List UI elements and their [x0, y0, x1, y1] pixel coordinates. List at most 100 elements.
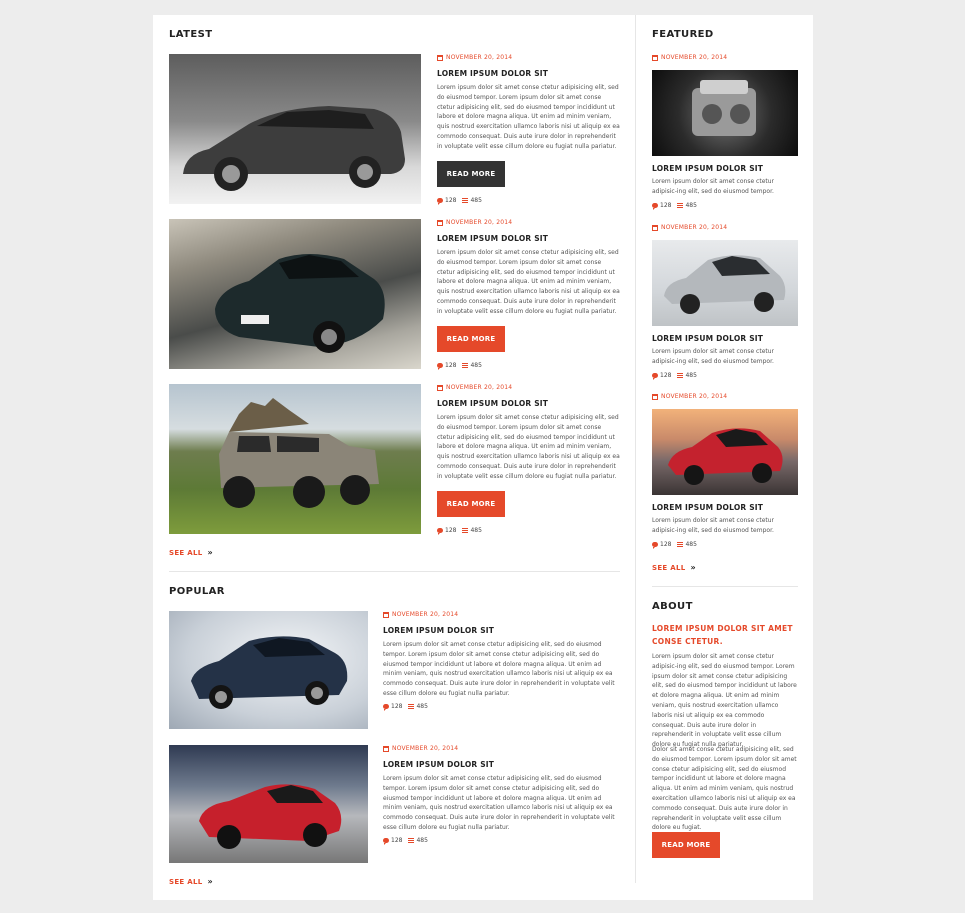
car-coupe-icon — [215, 254, 385, 353]
featured-post-image[interactable] — [652, 409, 798, 495]
about-title: ABOUT — [652, 601, 693, 612]
post-date: NOVEMBER 20, 2014 — [437, 54, 620, 61]
calendar-icon — [383, 611, 389, 618]
comment-icon — [652, 203, 658, 210]
comment-icon — [652, 542, 658, 549]
car-suv-icon — [183, 106, 405, 191]
post-excerpt: Lorem ipsum dolor sit amet conse ctetur … — [652, 178, 775, 195]
read-more-button[interactable]: READ MORE — [437, 490, 505, 517]
post-date: NOVEMBER 20, 2014 — [652, 224, 727, 231]
post-meta: 128 485 — [652, 541, 697, 549]
comment-icon — [437, 362, 443, 370]
double-chevron-right-icon: » — [690, 563, 696, 572]
featured-see-all-link[interactable]: SEE ALL» — [652, 563, 696, 572]
popular-post-image[interactable] — [169, 611, 368, 729]
popular-post-image[interactable] — [169, 745, 368, 863]
post-meta: 128 485 — [652, 202, 697, 210]
calendar-icon — [437, 384, 443, 391]
comment-icon — [437, 197, 443, 205]
double-chevron-right-icon: » — [207, 548, 213, 557]
post-meta: 128 485 — [383, 702, 620, 711]
post-title[interactable]: LOREM IPSUM DOLOR SIT — [652, 164, 763, 173]
calendar-icon — [652, 224, 658, 231]
post-excerpt: Lorem ipsum dolor sit amet conse ctetur … — [437, 414, 620, 480]
car-sedan-icon — [191, 636, 348, 709]
list-icon — [677, 373, 684, 378]
latest-post-image[interactable] — [169, 219, 421, 369]
latest-see-all-link[interactable]: SEE ALL» — [169, 548, 213, 557]
comment-count: 128 — [391, 836, 403, 844]
post-meta: 128 485 — [437, 196, 620, 205]
comment-count: 128 — [445, 526, 457, 534]
view-count: 485 — [685, 202, 697, 209]
view-count: 485 — [685, 541, 697, 548]
post-date: NOVEMBER 20, 2014 — [437, 219, 620, 226]
calendar-icon — [652, 54, 658, 61]
view-count: 485 — [416, 702, 428, 710]
view-count: 485 — [470, 196, 482, 204]
featured-post-image[interactable] — [652, 240, 798, 326]
post-title[interactable]: LOREM IPSUM DOLOR SIT — [652, 503, 763, 512]
latest-title: LATEST — [169, 29, 213, 40]
read-more-button[interactable]: READ MORE — [437, 160, 505, 187]
post-date: NOVEMBER 20, 2014 — [652, 54, 727, 61]
view-count: 485 — [416, 836, 428, 844]
post-title[interactable]: LOREM IPSUM DOLOR SIT — [383, 760, 620, 769]
popular-see-all-link[interactable]: SEE ALL» — [169, 877, 213, 886]
post-title[interactable]: LOREM IPSUM DOLOR SIT — [437, 399, 620, 408]
section-divider — [652, 586, 798, 587]
comment-count: 128 — [391, 702, 403, 710]
comment-count: 128 — [660, 202, 672, 209]
comment-icon — [652, 373, 658, 380]
list-icon — [462, 197, 469, 203]
post-date: NOVEMBER 20, 2014 — [652, 393, 727, 400]
latest-post: NOVEMBER 20, 2014 LOREM IPSUM DOLOR SIT … — [437, 384, 620, 535]
view-count: 485 — [470, 361, 482, 369]
double-chevron-right-icon: » — [207, 877, 213, 886]
latest-post: NOVEMBER 20, 2014 LOREM IPSUM DOLOR SIT … — [437, 54, 620, 205]
list-icon — [462, 527, 469, 533]
latest-post-image[interactable] — [169, 384, 421, 534]
post-title[interactable]: LOREM IPSUM DOLOR SIT — [383, 626, 620, 635]
latest-post: NOVEMBER 20, 2014 LOREM IPSUM DOLOR SIT … — [437, 219, 620, 370]
post-title[interactable]: LOREM IPSUM DOLOR SIT — [437, 69, 620, 78]
car-offroad-icon — [219, 398, 379, 508]
post-excerpt: Lorem ipsum dolor sit amet conse ctetur … — [652, 348, 775, 365]
comment-count: 128 — [445, 196, 457, 204]
popular-post: NOVEMBER 20, 2014 LOREM IPSUM DOLOR SIT … — [383, 611, 620, 711]
post-date: NOVEMBER 20, 2014 — [437, 384, 620, 391]
featured-post-image[interactable] — [652, 70, 798, 156]
about-read-more-button[interactable]: READ MORE — [652, 832, 720, 858]
post-meta: 128 485 — [437, 361, 620, 370]
read-more-button[interactable]: READ MORE — [437, 325, 505, 352]
comment-icon — [437, 527, 443, 535]
sidebar: FEATURED NOVEMBER 20, 2014 LOREM IPSUM D… — [635, 15, 798, 883]
comment-count: 128 — [445, 361, 457, 369]
post-meta: 128 485 — [437, 526, 620, 535]
post-excerpt: Lorem ipsum dolor sit amet conse ctetur … — [652, 517, 775, 534]
latest-post-image[interactable] — [169, 54, 421, 204]
comment-count: 128 — [660, 372, 672, 379]
comment-icon — [383, 703, 389, 711]
post-excerpt: Lorem ipsum dolor sit amet conse ctetur … — [383, 641, 615, 697]
calendar-icon — [437, 54, 443, 61]
list-icon — [677, 542, 684, 547]
view-count: 485 — [470, 526, 482, 534]
post-title[interactable]: LOREM IPSUM DOLOR SIT — [437, 234, 620, 243]
list-icon — [677, 203, 684, 208]
about-paragraph: Lorem ipsum dolor sit amet conse ctetur … — [652, 653, 797, 749]
list-icon — [462, 362, 469, 368]
featured-title: FEATURED — [652, 29, 714, 40]
engine-icon — [692, 80, 756, 136]
post-excerpt: Lorem ipsum dolor sit amet conse ctetur … — [383, 775, 615, 831]
car-sports-icon — [199, 784, 342, 849]
post-meta: 128 485 — [383, 836, 620, 845]
car-crossover-icon — [668, 428, 783, 485]
calendar-icon — [437, 219, 443, 226]
post-excerpt: Lorem ipsum dolor sit amet conse ctetur … — [437, 249, 620, 315]
section-divider — [169, 571, 620, 572]
post-title[interactable]: LOREM IPSUM DOLOR SIT — [652, 334, 763, 343]
popular-title: POPULAR — [169, 586, 225, 597]
popular-post: NOVEMBER 20, 2014 LOREM IPSUM DOLOR SIT … — [383, 745, 620, 845]
list-icon — [408, 703, 415, 709]
